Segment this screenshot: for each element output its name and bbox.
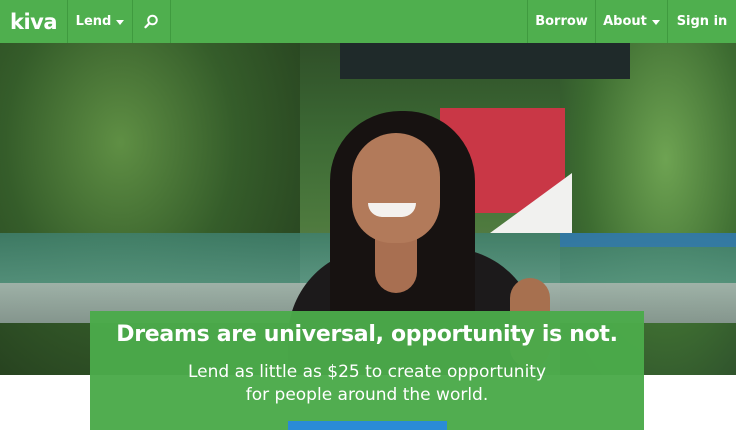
blue-boat-rail bbox=[560, 233, 736, 247]
sign-in-link[interactable]: Sign in bbox=[667, 0, 736, 43]
borrow-label: Borrow bbox=[535, 14, 588, 29]
search-icon bbox=[144, 14, 158, 29]
search-button[interactable] bbox=[133, 0, 171, 43]
hero-subline-1: Lend as little as $25 to create opportun… bbox=[187, 362, 547, 382]
lend-label: Lend bbox=[75, 14, 112, 29]
about-label: About bbox=[603, 14, 647, 29]
hero-subheadline: Lend as little as $25 to create opportun… bbox=[90, 361, 644, 407]
hero-headline: Dreams are universal, opportunity is not… bbox=[116, 322, 618, 347]
boat-roof bbox=[340, 43, 630, 79]
woman-smile bbox=[368, 203, 416, 217]
hero-subline-2: for people around the world. bbox=[245, 385, 489, 405]
kiva-logo[interactable]: kiva bbox=[0, 0, 68, 43]
woman-neck bbox=[375, 238, 417, 293]
top-navbar: kiva Lend Borrow About Sign in bbox=[0, 0, 736, 43]
sign-in-label: Sign in bbox=[676, 14, 728, 29]
about-menu-button[interactable]: About bbox=[595, 0, 667, 43]
woman-face bbox=[352, 133, 440, 243]
borrow-link[interactable]: Borrow bbox=[527, 0, 595, 43]
caret-down-icon bbox=[651, 19, 660, 25]
logo-text: kiva bbox=[9, 9, 58, 34]
caret-down-icon bbox=[116, 19, 125, 25]
lend-menu-button[interactable]: Lend bbox=[68, 0, 133, 43]
cta-button[interactable] bbox=[288, 421, 447, 430]
